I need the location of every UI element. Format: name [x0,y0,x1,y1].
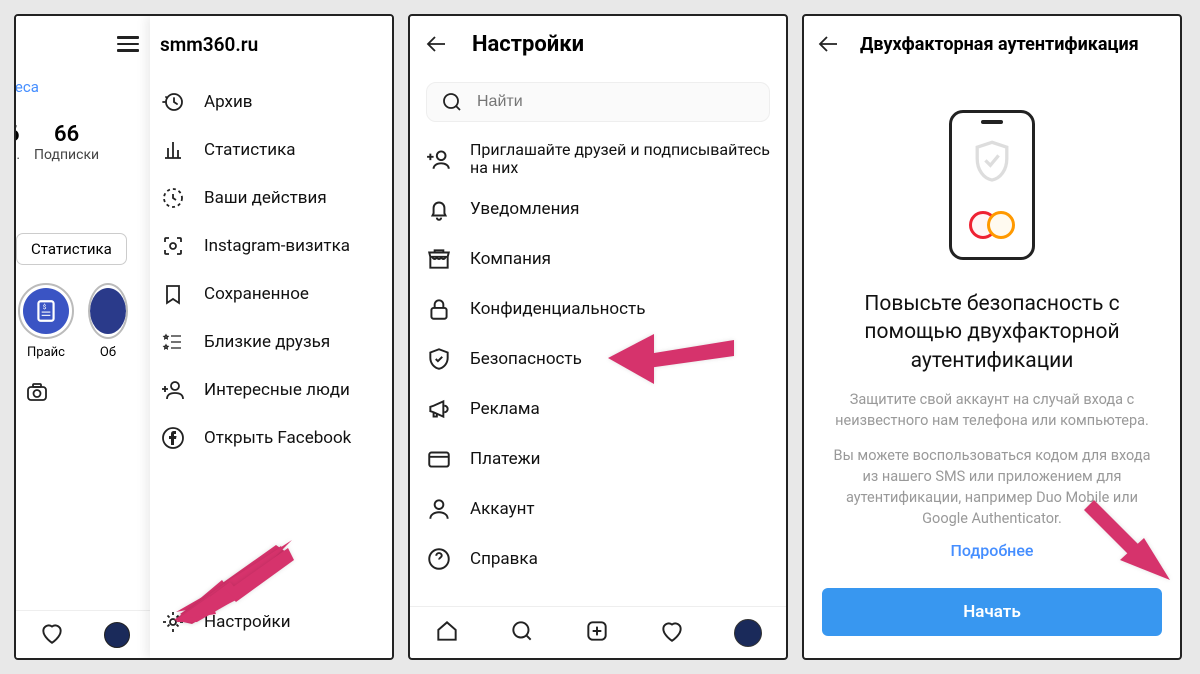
camera-icon[interactable] [24,380,50,404]
settings-item-privacy[interactable]: Конфиденциальность [426,284,786,334]
menu-item-settings[interactable]: Настройки [160,598,291,646]
learn-more-link[interactable]: Подробнее [804,529,1180,560]
menu-item-discover[interactable]: Интересные люди [160,366,392,414]
menu-item-facebook[interactable]: Открыть Facebook [160,414,392,462]
insights-button[interactable]: Статистика [16,233,127,265]
stat-value: 66 [16,122,20,147]
screen-settings: Настройки Приглашайте друзей и подписыва… [408,14,788,660]
settings-label: Компания [470,249,551,269]
settings-label: Уведомления [470,199,580,219]
add-person-icon [426,146,452,172]
two-factor-sub2: Вы можете воспользоваться кодом для вход… [804,431,1180,529]
settings-item-security[interactable]: Безопасность [426,334,786,384]
two-factor-heading: Повысьте безопасность с помощью двухфакт… [804,290,1180,375]
facebook-icon [160,426,186,450]
screen-two-factor: Двухфакторная аутентификация Повысьте бе… [802,14,1182,660]
settings-label: Платежи [470,449,540,469]
highlight-item[interactable]: $ Прайс [18,283,74,360]
stat-label: Подписки [34,147,99,163]
list-star-icon [160,330,186,354]
menu-label: Интересные люди [204,380,350,400]
profile-avatar-icon[interactable] [104,622,130,648]
screen-profile-menu: изнеса 66 сч... 66 Подписки Статистика $… [14,14,394,660]
highlight-label: Прайс [27,345,65,360]
add-person-icon [160,378,186,402]
new-post-icon[interactable] [584,618,610,648]
stat-value: 66 [34,122,99,147]
stat-posts[interactable]: 66 сч... [16,122,20,163]
rings-icon [969,211,1015,239]
bookmark-icon [160,282,186,306]
search-field[interactable] [426,82,770,122]
settings-item-invite[interactable]: Приглашайте друзей и подписывайтесь на н… [426,134,786,184]
back-arrow-icon[interactable] [424,32,450,56]
card-icon [426,446,452,472]
menu-item-activity[interactable]: Ваши действия [160,174,392,222]
menu-item-stats[interactable]: Статистика [160,126,392,174]
settings-label: Безопасность [470,349,582,369]
search-input[interactable] [477,93,757,111]
search-icon[interactable] [509,618,535,648]
activity-icon [160,186,186,210]
highlight-label: Об [100,345,116,360]
menu-label: Ваши действия [204,188,327,208]
settings-label: Приглашайте друзей и подписывайтесь на н… [470,141,786,178]
start-button[interactable]: Начать [822,588,1162,636]
bar-chart-icon [160,138,186,162]
two-factor-sub1: Защитите свой аккаунт на случай входа с … [804,375,1180,431]
page-title: Двухфакторная аутентификация [860,34,1139,55]
back-arrow-icon[interactable] [816,32,842,56]
settings-item-business[interactable]: Компания [426,234,786,284]
person-icon [426,496,452,522]
heart-icon[interactable] [39,620,65,650]
lock-icon [426,296,452,322]
menu-label: Статистика [204,140,296,160]
menu-label: Открыть Facebook [204,428,351,448]
settings-item-payments[interactable]: Платежи [426,434,786,484]
menu-label: Instagram-визитка [204,236,350,256]
shield-icon [972,139,1012,185]
hamburger-icon[interactable] [117,36,139,51]
side-drawer: smm360.ru Архив Статистика Ваши действия… [150,16,392,658]
menu-label: Настройки [204,612,291,632]
stat-label: сч... [16,147,20,163]
menu-item-close-friends[interactable]: Близкие друзья [160,318,392,366]
menu-item-archive[interactable]: Архив [160,78,392,126]
highlight-item[interactable]: Об [88,283,128,360]
settings-label: Конфиденциальность [470,299,645,319]
settings-label: Справка [470,549,538,569]
business-link[interactable]: изнеса [16,72,153,102]
menu-item-nametag[interactable]: Instagram-визитка [160,222,392,270]
home-icon[interactable] [434,618,460,648]
shield-icon [426,346,452,372]
profile-backdrop: изнеса 66 сч... 66 Подписки Статистика $… [16,16,154,658]
svg-text:$: $ [43,303,47,311]
scan-icon [160,234,186,258]
search-icon [439,90,465,114]
bell-icon [426,196,452,222]
profile-avatar-icon[interactable] [734,619,762,647]
settings-item-notifications[interactable]: Уведомления [426,184,786,234]
settings-label: Аккаунт [470,499,535,519]
settings-label: Реклама [470,399,540,419]
page-title: Настройки [472,32,584,57]
settings-item-help[interactable]: Справка [426,534,786,584]
help-icon [426,546,452,572]
stat-following[interactable]: 66 Подписки [34,122,99,163]
drawer-username: smm360.ru [150,16,392,72]
settings-item-ads[interactable]: Реклама [426,384,786,434]
highlight-cover-icon [90,288,126,334]
menu-label: Архив [204,92,252,112]
menu-label: Сохраненное [204,284,309,304]
heart-icon[interactable] [659,618,685,648]
clock-icon [160,90,186,114]
megaphone-icon [426,396,452,422]
settings-item-account[interactable]: Аккаунт [426,484,786,534]
menu-item-saved[interactable]: Сохраненное [160,270,392,318]
highlight-cover-icon: $ [23,288,69,334]
two-factor-illustration [804,72,1180,290]
storefront-icon [426,246,452,272]
gear-icon [160,610,186,634]
menu-label: Близкие друзья [204,332,330,352]
